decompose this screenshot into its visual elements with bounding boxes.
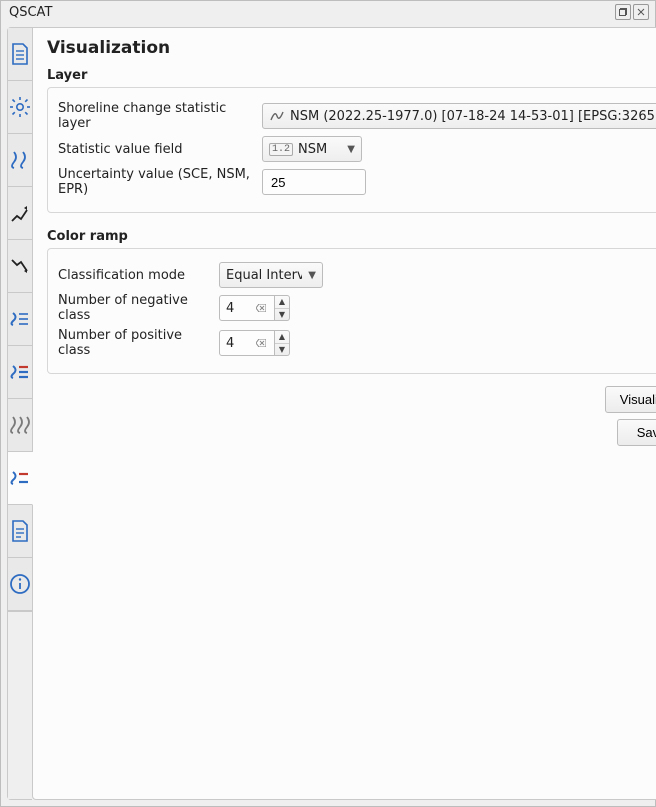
tab-area-change[interactable] xyxy=(8,346,32,399)
info-icon xyxy=(8,572,32,596)
neg-class-value: 4 xyxy=(226,301,234,316)
button-bar: Visualize Save xyxy=(47,386,656,446)
line-layer-icon xyxy=(269,108,285,124)
visualization-icon xyxy=(8,466,32,490)
window-controls xyxy=(615,4,649,20)
mode-value: Equal Interval xyxy=(226,268,302,283)
tab-forecasting[interactable] xyxy=(8,399,32,452)
stat-layer-label: Shoreline change statistic layer xyxy=(58,101,262,131)
chevron-down-icon: ▼ xyxy=(347,144,355,155)
layer-group: Shoreline change statistic layer NSM (20… xyxy=(47,87,656,213)
spin-down-button[interactable]: ▼ xyxy=(275,344,289,356)
stat-field-combo[interactable]: 1.2 NSM ▼ xyxy=(262,136,362,162)
save-button[interactable]: Save xyxy=(617,419,656,446)
mode-combo[interactable]: Equal Interval ▼ xyxy=(219,262,323,288)
dock-close-button[interactable] xyxy=(633,4,649,20)
chevron-down-icon: ▼ xyxy=(308,270,316,281)
spin-down-button[interactable]: ▼ xyxy=(275,309,289,321)
qscat-dock-window: QSCAT xyxy=(0,0,656,807)
stat-layer-combo[interactable]: NSM (2022.25-1977.0) [07-18-24 14-53-01]… xyxy=(262,103,656,129)
body: Visualization Layer Shoreline change sta… xyxy=(1,23,655,806)
tab-shoreline-change[interactable] xyxy=(8,293,32,346)
pos-class-label: Number of positive class xyxy=(58,328,219,358)
ramp-group: Classification mode Equal Interval ▼ Num… xyxy=(47,248,656,374)
gear-icon xyxy=(8,95,32,119)
row-stat-layer: Shoreline change statistic layer NSM (20… xyxy=(58,101,656,131)
sidebar-spacer xyxy=(8,611,32,799)
stat-layer-value: NSM (2022.25-1977.0) [07-18-24 14-53-01]… xyxy=(290,109,655,124)
stat-field-label: Statistic value field xyxy=(58,142,262,157)
tab-project[interactable] xyxy=(8,28,32,81)
tab-summary[interactable] xyxy=(8,505,32,558)
uncertainty-input-wrap xyxy=(262,169,366,195)
page-title: Visualization xyxy=(47,38,656,58)
numeric-field-icon: 1.2 xyxy=(269,143,293,156)
shoreline-colored-icon xyxy=(8,360,32,384)
tab-baseline[interactable] xyxy=(8,134,32,187)
clear-icon[interactable] xyxy=(254,304,268,312)
tab-about[interactable] xyxy=(8,558,32,611)
spin-up-button[interactable]: ▲ xyxy=(275,331,289,344)
neg-class-spin[interactable]: 4 ▲ ▼ xyxy=(219,295,290,321)
spin-up-button[interactable]: ▲ xyxy=(275,296,289,309)
row-pos-class: Number of positive class 4 ▲ ▼ xyxy=(58,328,656,358)
titlebar: QSCAT xyxy=(1,1,655,23)
content-panel: Visualization Layer Shoreline change sta… xyxy=(32,27,656,800)
sidebar xyxy=(7,27,32,800)
arrow-zigzag-up-icon xyxy=(8,201,32,225)
mode-label: Classification mode xyxy=(58,268,219,283)
uncertainty-input[interactable] xyxy=(269,174,359,191)
clear-icon[interactable] xyxy=(254,339,268,347)
pos-class-value: 4 xyxy=(226,336,234,351)
window-title: QSCAT xyxy=(9,5,52,20)
stat-field-value: NSM xyxy=(298,142,327,157)
arrow-zigzag-down-icon xyxy=(8,254,32,278)
shoreline-icon xyxy=(8,307,32,331)
tab-transects-down[interactable] xyxy=(8,240,32,293)
row-mode: Classification mode Equal Interval ▼ xyxy=(58,262,656,288)
report-icon xyxy=(9,519,31,543)
waves-icon xyxy=(8,148,32,172)
row-neg-class: Number of negative class 4 ▲ ▼ xyxy=(58,293,656,323)
tab-settings[interactable] xyxy=(8,81,32,134)
layer-section-title: Layer xyxy=(47,68,656,83)
ramp-section-title: Color ramp xyxy=(47,229,656,244)
pos-class-spin[interactable]: 4 ▲ ▼ xyxy=(219,330,290,356)
uncertainty-label: Uncertainty value (SCE, NSM, EPR) xyxy=(58,167,262,197)
row-stat-field: Statistic value field 1.2 NSM ▼ xyxy=(58,136,656,162)
dock-restore-button[interactable] xyxy=(615,4,631,20)
waves-gray-icon xyxy=(8,413,32,437)
document-icon xyxy=(9,42,31,66)
neg-class-label: Number of negative class xyxy=(58,293,219,323)
row-uncertainty: Uncertainty value (SCE, NSM, EPR) xyxy=(58,167,656,197)
tab-transects-up[interactable] xyxy=(8,187,32,240)
visualize-button[interactable]: Visualize xyxy=(605,386,656,413)
tab-visualization[interactable] xyxy=(8,452,33,505)
